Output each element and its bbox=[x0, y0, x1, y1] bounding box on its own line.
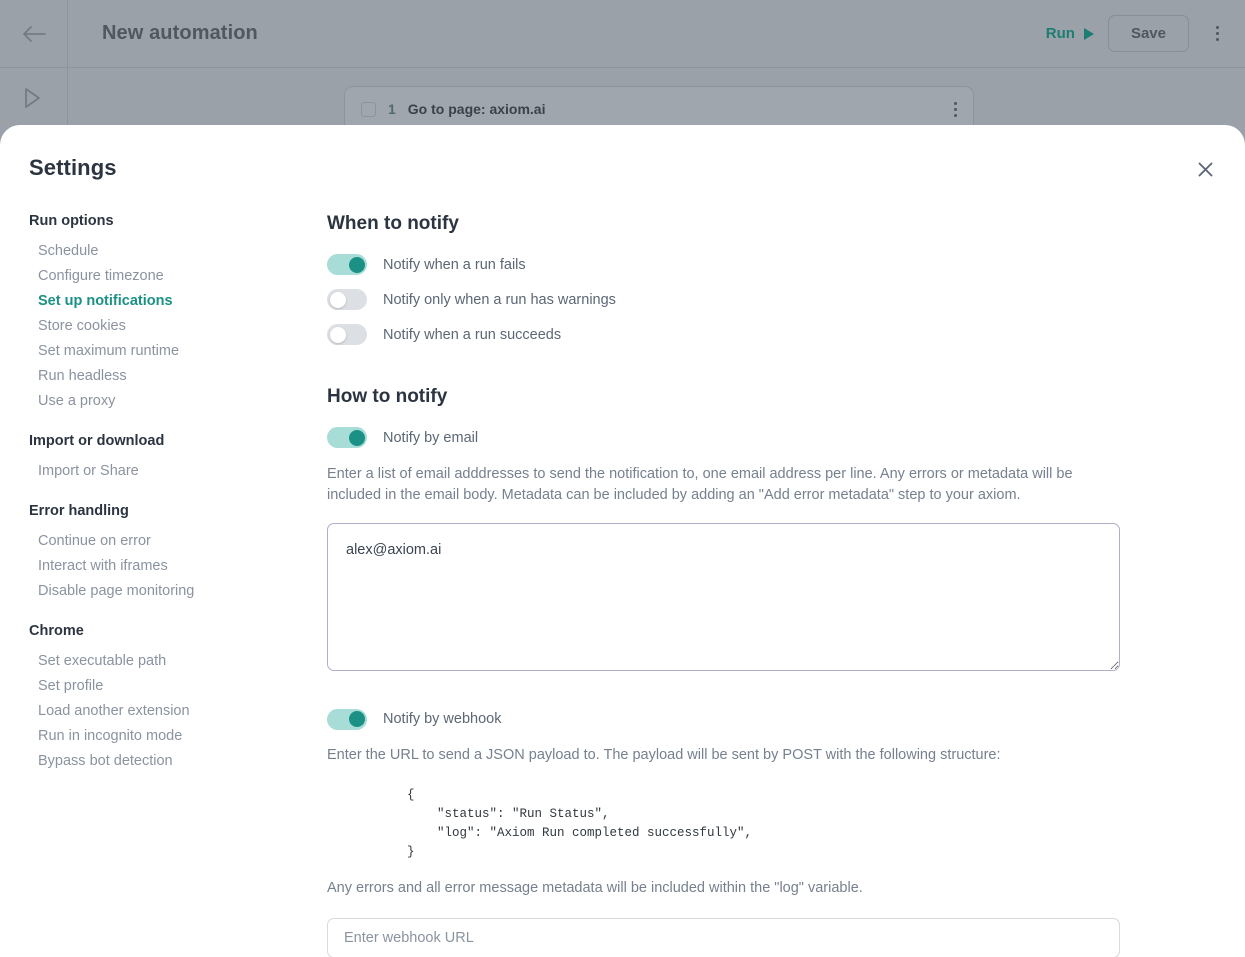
notify-on-fail-label: Notify when a run fails bbox=[383, 256, 526, 273]
settings-modal: Settings Run options Schedule Configure … bbox=[0, 125, 1245, 957]
save-button[interactable]: Save bbox=[1107, 15, 1189, 52]
sidebar-item-set-executable-path[interactable]: Set executable path bbox=[29, 648, 327, 673]
sidebar-group-run-options: Run options Schedule Configure timezone … bbox=[29, 213, 327, 413]
webhook-helper-text: Enter the URL to send a JSON payload to.… bbox=[327, 746, 1001, 763]
notify-by-email-row: Notify by email bbox=[327, 427, 1125, 448]
webhook-footer-text: Any errors and all error message metadat… bbox=[327, 879, 863, 896]
sidebar-item-run-headless[interactable]: Run headless bbox=[29, 363, 327, 388]
checkbox-unchecked-icon[interactable] bbox=[361, 101, 376, 117]
notify-on-success-toggle[interactable] bbox=[327, 324, 367, 345]
sidebar-item-bypass-bot-detection[interactable]: Bypass bot detection bbox=[29, 748, 327, 773]
sidebar-item-continue-on-error[interactable]: Continue on error bbox=[29, 528, 327, 553]
sidebar-item-import-or-share[interactable]: Import or Share bbox=[29, 458, 327, 483]
settings-sidebar: Run options Schedule Configure timezone … bbox=[29, 201, 327, 957]
app-root: New automation Run Save 1 Go to page: ax… bbox=[0, 0, 1245, 957]
run-label: Run bbox=[1045, 25, 1075, 42]
sidebar-item-load-another-extension[interactable]: Load another extension bbox=[29, 698, 327, 723]
notify-by-webhook-toggle[interactable] bbox=[327, 708, 367, 730]
app-actions: Run Save bbox=[1046, 15, 1245, 52]
run-button[interactable]: Run bbox=[1046, 25, 1094, 42]
email-helper-text: Enter a list of email adddresses to send… bbox=[327, 466, 1073, 504]
sidebar-item-interact-with-iframes[interactable]: Interact with iframes bbox=[29, 553, 327, 578]
sidebar-item-run-in-incognito-mode[interactable]: Run in incognito mode bbox=[29, 723, 327, 748]
play-icon bbox=[1083, 27, 1094, 40]
notify-by-webhook-row: Notify by webhook bbox=[327, 708, 1125, 730]
settings-content: When to notify Notify when a run fails N… bbox=[327, 201, 1245, 957]
sidebar-group-error-handling: Error handling Continue on error Interac… bbox=[29, 503, 327, 603]
sidebar-group-chrome: Chrome Set executable path Set profile L… bbox=[29, 623, 327, 773]
email-recipients-input[interactable] bbox=[327, 522, 1120, 671]
notify-on-success-label: Notify when a run succeeds bbox=[383, 326, 562, 343]
sidebar-item-schedule[interactable]: Schedule bbox=[29, 238, 327, 263]
play-icon[interactable] bbox=[22, 86, 42, 115]
sidebar-group-import-or-download: Import or download Import or Share bbox=[29, 433, 327, 483]
notify-on-fail-row: Notify when a run fails bbox=[327, 254, 1125, 275]
app-topbar: New automation Run Save bbox=[0, 0, 1245, 68]
notify-on-warnings-toggle[interactable] bbox=[327, 289, 367, 310]
sidebar-item-use-a-proxy[interactable]: Use a proxy bbox=[29, 388, 327, 413]
notify-on-warnings-label: Notify only when a run has warnings bbox=[383, 291, 616, 308]
modal-header: Settings bbox=[0, 125, 1245, 201]
webhook-payload-code: { "status": "Run Status", "log": "Axiom … bbox=[407, 787, 753, 859]
sidebar-group-title: Chrome bbox=[29, 623, 84, 639]
sidebar-group-title: Error handling bbox=[29, 503, 129, 519]
sidebar-group-title: Run options bbox=[29, 213, 114, 229]
more-options-icon[interactable] bbox=[1203, 26, 1225, 41]
webhook-url-input[interactable] bbox=[327, 918, 1120, 957]
sidebar-item-configure-timezone[interactable]: Configure timezone bbox=[29, 263, 327, 288]
notify-on-warnings-row: Notify only when a run has warnings bbox=[327, 289, 1125, 310]
sidebar-group-title: Import or download bbox=[29, 433, 165, 449]
how-to-notify-heading: How to notify bbox=[327, 386, 448, 407]
sidebar-item-disable-page-monitoring[interactable]: Disable page monitoring bbox=[29, 578, 327, 603]
step-number: 1 bbox=[388, 101, 396, 117]
more-options-icon[interactable] bbox=[954, 101, 957, 117]
sidebar-item-set-profile[interactable]: Set profile bbox=[29, 673, 327, 698]
notify-by-email-label: Notify by email bbox=[383, 429, 479, 446]
sidebar-item-set-maximum-runtime[interactable]: Set maximum runtime bbox=[29, 338, 327, 363]
notify-on-fail-toggle[interactable] bbox=[327, 254, 367, 275]
notify-by-webhook-label: Notify by webhook bbox=[383, 711, 502, 728]
when-to-notify-heading: When to notify bbox=[327, 213, 459, 234]
automation-title: New automation bbox=[102, 22, 258, 44]
back-arrow-icon[interactable] bbox=[0, 0, 68, 68]
modal-body: Run options Schedule Configure timezone … bbox=[0, 201, 1245, 957]
close-icon[interactable] bbox=[1193, 157, 1217, 181]
sidebar-item-set-up-notifications[interactable]: Set up notifications bbox=[29, 288, 327, 313]
sidebar-item-store-cookies[interactable]: Store cookies bbox=[29, 313, 327, 338]
notify-on-success-row: Notify when a run succeeds bbox=[327, 324, 1125, 345]
notify-by-email-toggle[interactable] bbox=[327, 427, 367, 448]
page-title: Settings bbox=[29, 155, 117, 180]
step-label: Go to page: axiom.ai bbox=[407, 101, 546, 117]
